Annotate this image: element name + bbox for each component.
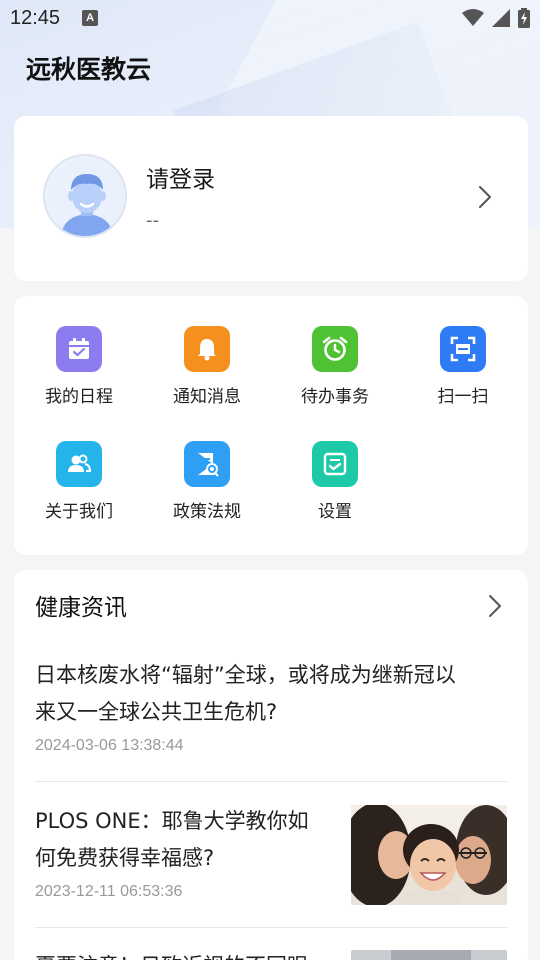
menu-item-policy[interactable]: 政策法规 <box>143 441 271 531</box>
status-bar: 12:45 A <box>0 0 540 36</box>
scan-icon <box>440 326 486 372</box>
signal-icon <box>492 9 510 27</box>
login-prompt[interactable]: 请登录 <box>146 160 215 194</box>
profile-card[interactable]: 请登录 -- <box>14 116 528 281</box>
news-date: 2023-12-11 06:53:36 <box>35 883 183 900</box>
calendar-icon <box>56 326 102 372</box>
wifi-icon <box>462 9 484 26</box>
divider <box>35 781 507 782</box>
news-title-line: 日本核废水将“辐射”全球，或将成为继新冠以 <box>35 663 456 687</box>
chevron-right-icon[interactable] <box>488 594 502 618</box>
battery-charging-icon <box>518 8 530 28</box>
menu-item-scan[interactable]: 扫一扫 <box>399 326 527 416</box>
menu-label: 设置 <box>318 502 352 522</box>
quick-menu-card: 我的日程 通知消息 待办事务 扫一扫 关于我们 政策法规 设置 <box>14 296 528 555</box>
news-title-line: PLOS ONE：耶鲁大学教你如 <box>35 809 309 833</box>
menu-item-settings[interactable]: 设置 <box>271 441 399 531</box>
menu-label: 我的日程 <box>45 387 113 407</box>
menu-label: 关于我们 <box>45 502 113 522</box>
policy-document-icon <box>184 441 230 487</box>
bell-icon <box>184 326 230 372</box>
menu-item-notifications[interactable]: 通知消息 <box>143 326 271 416</box>
news-title-line: 何免费获得幸福感? <box>35 846 215 870</box>
news-title-line: 来又一全球公共卫生危机? <box>35 700 278 724</box>
menu-item-todo[interactable]: 待办事务 <box>271 326 399 416</box>
news-date: 2024-03-06 13:38:44 <box>35 737 184 754</box>
news-thumbnail <box>351 950 507 960</box>
news-section-title[interactable]: 健康资讯 <box>35 588 127 622</box>
news-thumbnail-family-photo <box>351 805 507 905</box>
menu-item-about[interactable]: 关于我们 <box>15 441 143 531</box>
menu-item-schedule[interactable]: 我的日程 <box>15 326 143 416</box>
menu-label: 政策法规 <box>173 502 241 522</box>
default-avatar-icon <box>47 158 125 236</box>
health-news-card: 健康资讯 日本核废水将“辐射”全球，或将成为继新冠以 来又一全球公共卫生危机? … <box>14 570 528 960</box>
menu-label: 待办事务 <box>301 387 369 407</box>
app-title: 远秋医教云 <box>26 55 152 84</box>
settings-check-icon <box>312 441 358 487</box>
avatar[interactable] <box>43 154 127 238</box>
menu-label: 通知消息 <box>173 387 241 407</box>
menu-label: 扫一扫 <box>437 387 489 407</box>
profile-subtitle: -- <box>146 210 159 231</box>
users-icon <box>56 441 102 487</box>
status-time: 12:45 <box>10 6 61 29</box>
notification-app-icon: A <box>82 10 99 26</box>
chevron-right-icon[interactable] <box>478 185 492 209</box>
divider <box>35 927 507 928</box>
news-title-line: 夏要注意！日致近视的不同眼 <box>35 948 345 960</box>
alarm-clock-icon <box>312 326 358 372</box>
